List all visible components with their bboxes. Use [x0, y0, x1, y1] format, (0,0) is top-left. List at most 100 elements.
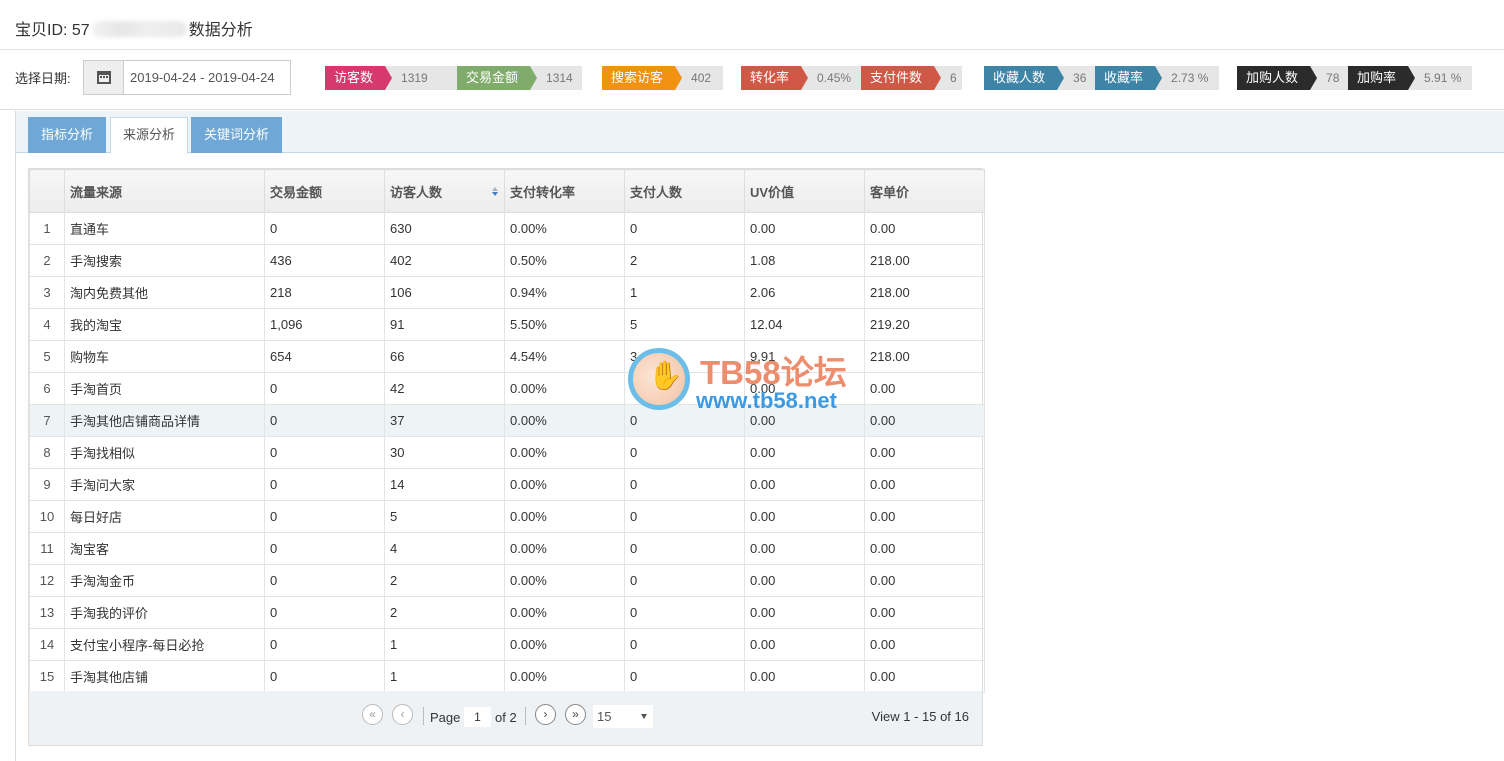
record-range-text: View 1 - 15 of 16 — [871, 709, 969, 724]
date-label: 选择日期: — [15, 71, 71, 86]
row-number: 15 — [29, 660, 65, 693]
tab-source-analysis[interactable]: 来源分析 — [110, 117, 189, 154]
page-size-select[interactable]: 15 — [593, 705, 653, 728]
payers-cell: 2 — [624, 244, 745, 277]
pay-conversion-cell: 0.00% — [504, 532, 625, 565]
stat-value: 2.73 % — [1155, 66, 1220, 90]
pay-conversion-cell: 4.54% — [504, 340, 625, 373]
source-cell: 手淘淘金币 — [64, 564, 265, 597]
col-header-source[interactable]: 流量来源 — [64, 169, 265, 213]
col-header-uv-value[interactable]: UV价值 — [744, 169, 865, 213]
table-row[interactable]: 15 手淘其他店铺 0 1 0.00% 0 0.00 0.00 — [29, 660, 985, 693]
table-row[interactable]: 2 手淘搜索 436 402 0.50% 2 1.08 218.00 — [29, 244, 985, 277]
payers-cell: 0 — [624, 532, 745, 565]
uv-value-cell: 0.00 — [744, 468, 865, 501]
table-row[interactable]: 5 购物车 654 66 4.54% 3 9.91 218.00 — [29, 340, 985, 373]
date-range-picker[interactable]: 2019-04-24 - 2019-04-24 — [83, 60, 291, 95]
trade-amount-cell: 0 — [264, 564, 385, 597]
stat-search-visitors: 搜索访客 402 — [602, 66, 724, 90]
stat-add-to-cart: 加购人数 78 — [1237, 66, 1350, 90]
col-header-trade-amount[interactable]: 交易金额 — [264, 169, 385, 213]
page-title: 宝贝ID: 57 数据分析 — [15, 16, 253, 40]
col-header-rownum — [29, 169, 65, 213]
uv-value-cell: 0.00 — [744, 500, 865, 533]
table-header: 流量来源 交易金额 访客人数 支付转化率 支付人数 UV价值 客单价 — [29, 169, 985, 213]
trade-amount-cell: 218 — [264, 276, 385, 309]
pay-conversion-cell: 0.00% — [504, 212, 625, 245]
table-row[interactable]: 12 手淘淘金币 0 2 0.00% 0 0.00 0.00 — [29, 564, 985, 597]
payers-cell: 0 — [624, 564, 745, 597]
source-cell: 淘内免费其他 — [64, 276, 265, 309]
pay-conversion-cell: 0.00% — [504, 436, 625, 469]
table-row[interactable]: 4 我的淘宝 1,096 91 5.50% 5 12.04 219.20 — [29, 308, 985, 341]
visitors-cell: 66 — [384, 340, 505, 373]
payers-cell: 0 — [624, 468, 745, 501]
col-header-payers[interactable]: 支付人数 — [624, 169, 745, 213]
visitors-cell: 91 — [384, 308, 505, 341]
table-row[interactable]: 3 淘内免费其他 218 106 0.94% 1 2.06 218.00 — [29, 276, 985, 309]
table-row[interactable]: 10 每日好店 0 5 0.00% 0 0.00 0.00 — [29, 500, 985, 533]
col-header-visitors[interactable]: 访客人数 — [384, 169, 505, 213]
trade-amount-cell: 436 — [264, 244, 385, 277]
table-row[interactable]: 8 手淘找相似 0 30 0.00% 0 0.00 0.00 — [29, 436, 985, 469]
source-table: 流量来源 交易金额 访客人数 支付转化率 支付人数 UV价值 客单价 1 直通车 0… — [28, 168, 985, 694]
avg-order-cell: 0.00 — [864, 660, 985, 693]
row-number: 8 — [29, 436, 65, 469]
avg-order-cell: 218.00 — [864, 244, 985, 277]
stat-favorites: 收藏人数 36 — [984, 66, 1097, 90]
payers-cell: 0 — [624, 500, 745, 533]
table-row[interactable]: 13 手淘我的评价 0 2 0.00% 0 0.00 0.00 — [29, 596, 985, 629]
pay-conversion-cell: 0.00% — [504, 468, 625, 501]
stat-label: 搜索访客 — [602, 66, 683, 90]
avg-order-cell: 218.00 — [864, 340, 985, 373]
row-number: 4 — [29, 308, 65, 341]
sort-icon[interactable] — [492, 187, 499, 197]
stat-favorite-rate: 收藏率 2.73 % — [1095, 66, 1220, 90]
prev-page-button[interactable]: ‹ — [392, 704, 413, 725]
page-number-input[interactable]: 1 — [464, 707, 491, 727]
table-row[interactable]: 14 支付宝小程序-每日必抢 0 1 0.00% 0 0.00 0.00 — [29, 628, 985, 661]
first-page-button[interactable]: « — [362, 704, 383, 725]
row-number: 6 — [29, 372, 65, 405]
payers-cell: 0 — [624, 436, 745, 469]
row-number: 5 — [29, 340, 65, 373]
filter-row: 选择日期: 2019-04-24 - 2019-04-24 访客数 1319 交… — [0, 50, 1504, 110]
table-row[interactable]: 6 手淘首页 0 42 0.00% 0 0.00 0.00 — [29, 372, 985, 405]
avg-order-cell: 0.00 — [864, 372, 985, 405]
payers-cell: 0 — [624, 212, 745, 245]
source-cell: 购物车 — [64, 340, 265, 373]
calendar-icon — [96, 71, 111, 84]
uv-value-cell: 0.00 — [744, 564, 865, 597]
uv-value-cell: 0.00 — [744, 404, 865, 437]
table-row[interactable]: 1 直通车 0 630 0.00% 0 0.00 0.00 — [29, 212, 985, 245]
stat-value: 5.91 % — [1408, 66, 1473, 90]
stat-label: 转化率 — [741, 66, 809, 90]
row-number: 10 — [29, 500, 65, 533]
col-header-avg-order[interactable]: 客单价 — [864, 169, 985, 213]
date-range-value[interactable]: 2019-04-24 - 2019-04-24 — [130, 70, 275, 85]
table-row[interactable]: 9 手淘问大家 0 14 0.00% 0 0.00 0.00 — [29, 468, 985, 501]
last-page-button[interactable]: » — [565, 704, 586, 725]
page-size-value: 15 — [597, 709, 612, 724]
source-cell: 淘宝客 — [64, 532, 265, 565]
avg-order-cell: 0.00 — [864, 212, 985, 245]
uv-value-cell: 12.04 — [744, 308, 865, 341]
col-header-pay-conversion[interactable]: 支付转化率 — [504, 169, 625, 213]
row-number: 1 — [29, 212, 65, 245]
payers-cell: 5 — [624, 308, 745, 341]
table-row[interactable]: 7 手淘其他店铺商品详情 0 37 0.00% 0 0.00 0.00 — [29, 404, 985, 437]
next-page-button[interactable]: › — [535, 704, 556, 725]
tab-metrics[interactable]: 指标分析 — [28, 117, 107, 153]
table-row[interactable]: 11 淘宝客 0 4 0.00% 0 0.00 0.00 — [29, 532, 985, 565]
trade-amount-cell: 0 — [264, 660, 385, 693]
trade-amount-cell: 0 — [264, 532, 385, 565]
source-cell: 直通车 — [64, 212, 265, 245]
source-cell: 支付宝小程序-每日必抢 — [64, 628, 265, 661]
stat-add-to-cart-rate: 加购率 5.91 % — [1348, 66, 1473, 90]
calendar-button[interactable] — [84, 61, 124, 94]
pay-conversion-cell: 5.50% — [504, 308, 625, 341]
trade-amount-cell: 0 — [264, 500, 385, 533]
row-number: 13 — [29, 596, 65, 629]
tab-keyword-analysis[interactable]: 关键词分析 — [191, 117, 283, 153]
trade-amount-cell: 0 — [264, 596, 385, 629]
